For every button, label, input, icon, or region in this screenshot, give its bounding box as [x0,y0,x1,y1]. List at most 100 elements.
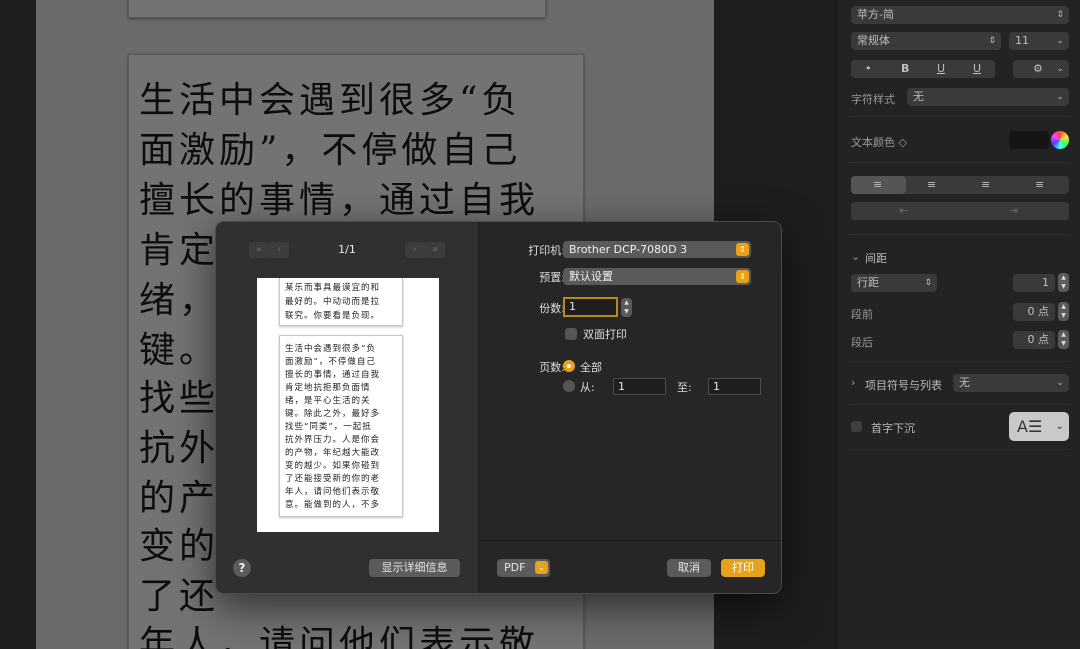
outdent-icon[interactable]: ⇤ [899,202,908,220]
preview-line: 了还能接受新的你的老 [285,474,381,484]
duplex-checkbox[interactable] [565,328,577,340]
updown-icon: ⇕ [988,36,996,46]
line-spacing-stepper[interactable]: ▲ ▼ [1058,273,1069,292]
format-inspector: 苹方-简 ⇕ 常规体 ⇕ 11 ⌄ • B U U ⚙ ⌄ 字符样式 无 ⌄ 文… [836,0,1080,649]
preset-popup[interactable]: 默认设置 ⇕ [563,268,751,285]
previous-page [128,0,546,18]
color-wheel-icon[interactable] [1051,131,1069,149]
doc-line: 找些 [139,378,220,419]
preview-line: 肯定地抗拒那负面情 [285,383,371,393]
pdf-label: PDF [504,561,526,574]
doc-line: 肯定 [139,230,220,271]
space-before-value: 0 点 [1027,305,1050,318]
previous-page-icon[interactable]: ‹ [269,242,289,258]
double-underline-button[interactable]: U [973,60,981,78]
gear-icon: ⚙ [1033,62,1043,75]
doc-line: 键。 [139,330,220,371]
preview-page-top: 某乐而事具最谟宜的和 最好的。中动动而是拉 联究。你要看是负现。 [279,278,403,326]
preview-line: 擅长的事情，通过自我 [285,370,381,380]
preview-line: 的产物，年纪越大能改 [285,448,381,458]
font-family-popup[interactable]: 苹方-简 ⇕ [851,6,1069,24]
space-before-stepper[interactable]: ▲ ▼ [1058,302,1069,321]
font-size-value: 11 [1015,34,1029,47]
preview-line: 联究。你要看是负现。 [285,311,381,321]
char-style-popup[interactable]: 无 ⌄ [907,88,1069,106]
preview-page-main: 生活中会遇到很多“负 面激励”，不停做自己 擅长的事情，通过自我 肯定地抗拒那负… [279,335,403,517]
page-count: 1/1 [338,243,356,256]
drop-cap-style-button[interactable]: A☰ ⌄ [1009,412,1069,441]
space-before-field[interactable]: 0 点 [1013,303,1055,321]
space-after-stepper[interactable]: ▲ ▼ [1058,330,1069,349]
doc-line: 抗外 [139,428,220,469]
next-page-icon[interactable]: › [405,242,425,258]
updown-icon: ⇕ [924,278,932,288]
justify-icon[interactable]: ≡ [1035,176,1044,194]
spacing-section-label[interactable]: 间距 [865,250,887,266]
preset-value: 默认设置 [569,270,613,283]
chevron-down-icon[interactable]: ⌄ [851,250,860,263]
divider [849,234,1069,235]
space-after-value: 0 点 [1027,333,1050,346]
font-size-field[interactable]: 11 ⌄ [1009,32,1069,50]
print-preview-pane: « ‹ 1/1 › » 某乐而事具最谟宜的和 最好的。中动动而是拉 联究。你要看… [216,222,479,593]
preview-line: 意。能做到的人，不多 [285,500,381,510]
preview-line: 找些“同类”，一起抵 [285,422,372,432]
align-center-icon[interactable]: ≡ [927,176,936,194]
printer-value: Brother DCP-7080D 3 [569,243,688,256]
char-style-value: 无 [913,90,924,103]
char-style-label: 字符样式 [851,93,895,106]
text-color-label[interactable]: 文本颜色 ◇ [851,134,907,150]
align-left-icon: ≡ [873,178,883,191]
bold-button[interactable]: B [901,60,909,78]
doc-line: 生活中会遇到很多“负 [139,80,522,121]
space-after-label: 段后 [851,336,873,349]
space-before-label: 段前 [851,308,873,321]
cancel-button[interactable]: 取消 [667,559,711,577]
pages-all-radio[interactable] [563,360,575,372]
space-after-field[interactable]: 0 点 [1013,331,1055,349]
underline-button[interactable]: U [937,60,945,78]
divider [849,116,1069,117]
drop-cap-checkbox[interactable] [851,421,862,432]
font-style-value: 常规体 [857,34,890,47]
preview-line: 键。除此之外，最好多 [285,409,381,419]
bullets-popup[interactable]: 无 ⌄ [953,374,1069,392]
help-button[interactable]: ? [233,559,251,577]
pages-to-field[interactable]: 1 [708,378,761,395]
bullet-button[interactable]: • [865,60,872,78]
indent-icon[interactable]: ⇥ [1009,202,1018,220]
first-page-icon[interactable]: « [249,242,269,258]
text-options-popup[interactable]: ⚙ ⌄ [1013,60,1069,78]
line-spacing-field[interactable]: 1 [1013,274,1055,292]
pages-from-label: 从: [580,381,595,394]
chevron-right-icon[interactable]: › [851,376,855,389]
show-details-button[interactable]: 显示详细信息 [369,559,460,577]
updown-icon: ⇕ [736,243,749,256]
pdf-menu-button[interactable]: PDF ⌄ [497,559,550,577]
line-spacing-number: 1 [1042,276,1049,289]
doc-line: 擅长的事情，通过自我 [139,180,540,221]
align-right-icon[interactable]: ≡ [981,176,990,194]
chevron-down-icon: ⌄ [1056,378,1064,388]
doc-line: 了还 [139,576,220,617]
doc-line: 面激励”，不停做自己 [139,130,522,171]
preview-line: 年人，请问他们表示敬 [285,487,381,497]
line-spacing-popup[interactable]: 行距 ⇕ [851,274,937,292]
chevron-down-icon: ⌄ [1056,36,1064,46]
doc-line: 年人，请问他们表示敬 [139,624,540,649]
copies-field[interactable]: 1 [563,297,618,317]
preview-line: 面激励”，不停做自己 [285,357,376,367]
copies-stepper[interactable]: ▲ ▼ [621,298,632,317]
printer-popup[interactable]: Brother DCP-7080D 3 ⇕ [563,241,751,258]
chevron-down-icon: ⌄ [1055,421,1064,432]
preview-line: 某乐而事具最谟宜的和 [285,283,381,293]
last-page-icon[interactable]: » [425,242,445,258]
pages-from-field[interactable]: 1 [613,378,666,395]
chevron-down-icon: ⌄ [1056,92,1064,102]
print-button[interactable]: 打印 [721,559,765,577]
text-color-swatch[interactable] [1009,131,1049,149]
font-style-popup[interactable]: 常规体 ⇕ [851,32,1001,50]
pages-range-radio[interactable] [563,380,575,392]
preview-line: 生活中会遇到很多“负 [285,344,376,354]
bullets-section-label[interactable]: 项目符号与列表 [865,377,942,393]
